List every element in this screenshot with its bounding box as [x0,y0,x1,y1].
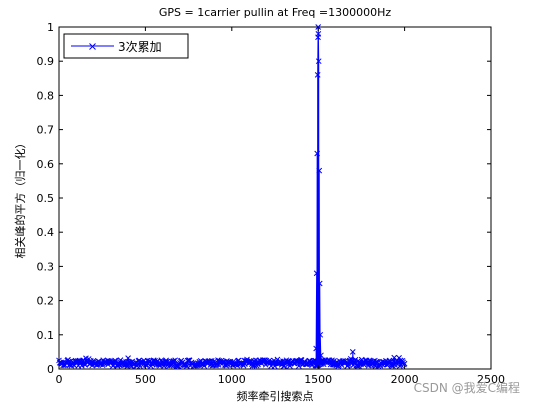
chart-figure: GPS = 1carrier pullin at Freq =1300000Hz… [0,0,535,409]
chart-title: GPS = 1carrier pullin at Freq =1300000Hz [159,6,392,19]
x-tick-label: 1500 [304,373,332,386]
y-tick-label: 0.4 [37,226,55,239]
y-tick-label: 0.2 [37,295,55,308]
legend-label: 3次累加 [118,40,162,54]
x-tick-label: 500 [135,373,156,386]
y-tick-label: 0.7 [37,124,55,137]
x-tick-label: 1000 [218,373,246,386]
watermark: CSDN @我爱C编程 [414,380,520,395]
y-tick-label: 0.1 [37,329,55,342]
plot-area [58,26,492,370]
y-tick-label: 0.5 [37,192,55,205]
y-tick-label: 1 [47,21,54,34]
chart-svg: GPS = 1carrier pullin at Freq =1300000Hz… [13,6,520,403]
x-axis-label: 频率牵引搜索点 [237,389,314,403]
y-tick-label: 0.6 [37,158,55,171]
y-tick-label: 0.9 [37,55,55,68]
y-tick-label: 0 [47,363,54,376]
y-axis-label: 相关峰的平方（归一化） [13,138,27,259]
legend: 3次累加 [63,33,189,59]
y-tick-label: 0.8 [37,89,55,102]
x-tick-label: 0 [56,373,63,386]
y-tick-label: 0.3 [37,260,55,273]
